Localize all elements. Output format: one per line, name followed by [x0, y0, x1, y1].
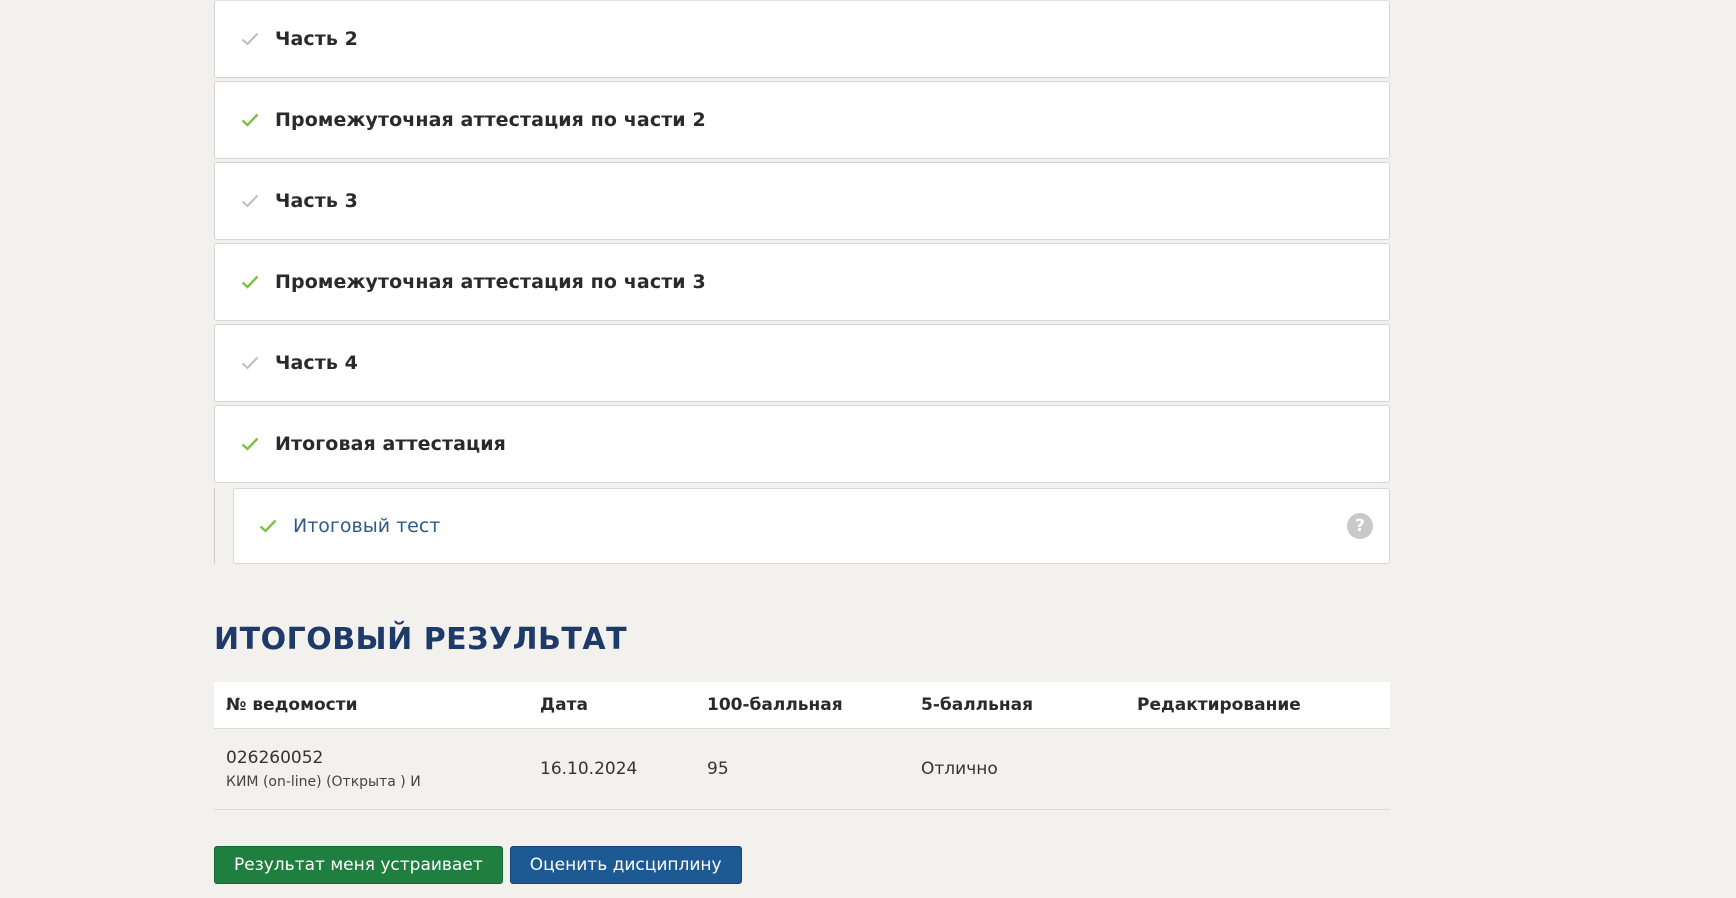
section-title: Часть 4 — [275, 352, 358, 374]
check-icon — [241, 275, 259, 289]
date-cell: 16.10.2024 — [540, 759, 638, 779]
section-midterm-2[interactable]: Промежуточная аттестация по части 2 — [214, 81, 1390, 159]
column-header: № ведомости — [226, 695, 358, 715]
table-header: № ведомости Дата 100-балльная 5-балльная… — [214, 682, 1390, 729]
rate-discipline-button[interactable]: Оценить дисциплину — [509, 846, 742, 884]
question-circle-icon[interactable]: ? — [1347, 513, 1373, 539]
section-title: Итоговая аттестация — [275, 433, 506, 455]
column-header: 5-балльная — [921, 695, 1034, 715]
section-final-attestation[interactable]: Итоговая аттестация — [214, 405, 1390, 483]
action-buttons: Результат меня устраивает Оценить дисцип… — [214, 846, 1390, 884]
statement-number: 026260052 — [226, 748, 324, 768]
column-header: Редактирование — [1137, 695, 1301, 715]
statement-type: КИМ (on-line) (Открыта ) И — [226, 774, 421, 790]
subsection-group: Итоговый тест ? — [214, 488, 1390, 564]
table-row: 026260052 КИМ (on-line) (Открыта ) И 16.… — [214, 729, 1390, 810]
check-icon — [241, 113, 259, 127]
section-part-4[interactable]: Часть 4 — [214, 324, 1390, 402]
section-title: Промежуточная аттестация по части 2 — [275, 109, 706, 131]
section-part-3[interactable]: Часть 3 — [214, 162, 1390, 240]
check-icon — [241, 32, 259, 46]
section-title: Часть 3 — [275, 190, 358, 212]
check-icon — [259, 519, 277, 533]
section-title: Промежуточная аттестация по части 3 — [275, 271, 706, 293]
section-midterm-3[interactable]: Промежуточная аттестация по части 3 — [214, 243, 1390, 321]
result-table: № ведомости Дата 100-балльная 5-балльная… — [214, 682, 1390, 810]
final-test-link[interactable]: Итоговый тест — [293, 515, 440, 537]
result-heading: ИТОГОВЫЙ РЕЗУЛЬТАТ — [214, 622, 628, 657]
course-content: Часть 2 Промежуточная аттестация по част… — [214, 0, 1390, 884]
check-icon — [241, 356, 259, 370]
score-100-cell: 95 — [707, 759, 729, 779]
final-test-item[interactable]: Итоговый тест ? — [233, 488, 1390, 564]
accept-result-button[interactable]: Результат меня устраивает — [214, 846, 503, 884]
section-title: Часть 2 — [275, 28, 358, 50]
statement-number-cell: 026260052 КИМ (on-line) (Открыта ) И — [214, 748, 540, 790]
column-header: 100-балльная — [707, 695, 843, 715]
check-icon — [241, 194, 259, 208]
section-part-2[interactable]: Часть 2 — [214, 0, 1390, 78]
check-icon — [241, 437, 259, 451]
column-header: Дата — [540, 695, 588, 715]
score-5-cell: Отлично — [921, 759, 998, 779]
